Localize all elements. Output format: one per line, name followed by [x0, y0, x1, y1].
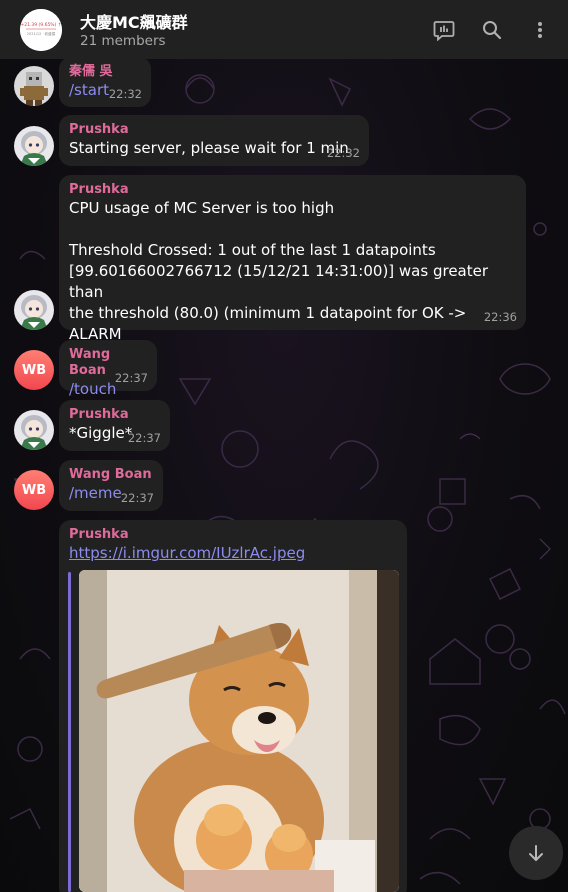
sender-name[interactable]: Prushka [69, 182, 516, 198]
message-bubble[interactable]: Prushka CPU usage of MC Server is too hi… [59, 175, 526, 364]
svg-text:+21.39 (9.65%) ↑: +21.39 (9.65%) ↑ [20, 22, 61, 28]
message-link[interactable]: https://i.imgur.com/IUzlrAc.jpeg [69, 543, 397, 564]
message-time: 22:37 [114, 371, 148, 385]
message-text-line: Threshold Crossed: 1 out of the last 1 d… [69, 241, 436, 259]
message-time: 22:36 [483, 310, 517, 324]
sender-name[interactable]: 秦儒 吳 [69, 64, 141, 80]
avatar[interactable] [14, 66, 54, 106]
member-count[interactable]: 21 members [80, 33, 166, 49]
message-text: Starting server, please wait for 1 min [69, 139, 349, 157]
more-vertical-icon[interactable] [528, 18, 552, 42]
message-bubble[interactable]: Wang Boan /meme 22:37 [59, 460, 163, 511]
link-preview-bar [68, 572, 71, 892]
link-preview-image[interactable] [79, 570, 399, 892]
avatar[interactable]: WB [14, 350, 54, 390]
svg-text:2021/12 · 收盤價: 2021/12 · 收盤價 [27, 31, 56, 36]
poll-icon[interactable] [432, 18, 456, 42]
message-text-line [69, 219, 516, 240]
chat-header: +21.39 (9.65%) ↑ 2021/12 · 收盤價 大慶MC飆礦群 2… [0, 0, 568, 59]
chat-title[interactable]: 大慶MC飆礦群 [80, 9, 188, 33]
message-bubble[interactable]: Prushka *Giggle* 22:37 [59, 400, 170, 451]
sender-name[interactable]: Prushka [69, 407, 160, 423]
message-bubble[interactable]: 秦儒 吳 /start 22:32 [59, 57, 151, 107]
message-time: 22:37 [127, 431, 161, 445]
sender-name[interactable]: Wang Boan [69, 467, 153, 483]
sender-name[interactable]: Prushka [69, 527, 397, 543]
avatar[interactable]: WB [14, 470, 54, 510]
sender-name[interactable]: Prushka [69, 122, 359, 138]
message-time: 22:37 [120, 491, 154, 505]
avatar[interactable] [14, 126, 54, 166]
message-text-line: [99.60166002766712 (15/12/21 14:31:00)] … [69, 262, 489, 301]
scroll-to-bottom-button[interactable] [509, 826, 563, 880]
message-text-line: the threshold (80.0) (minimum 1 datapoin… [69, 304, 467, 343]
message-bubble[interactable]: Wang Boan /touch 22:37 [59, 340, 157, 398]
avatar[interactable] [14, 410, 54, 450]
message-time: 22:32 [326, 146, 360, 160]
message-time: 22:32 [108, 87, 142, 101]
avatar[interactable] [14, 290, 54, 330]
group-avatar[interactable]: +21.39 (9.65%) ↑ 2021/12 · 收盤價 [20, 9, 62, 51]
search-icon[interactable] [480, 18, 504, 42]
message-text-line: CPU usage of MC Server is too high [69, 199, 335, 217]
arrow-down-icon [529, 845, 543, 861]
message-bubble[interactable]: Prushka Starting server, please wait for… [59, 115, 369, 166]
